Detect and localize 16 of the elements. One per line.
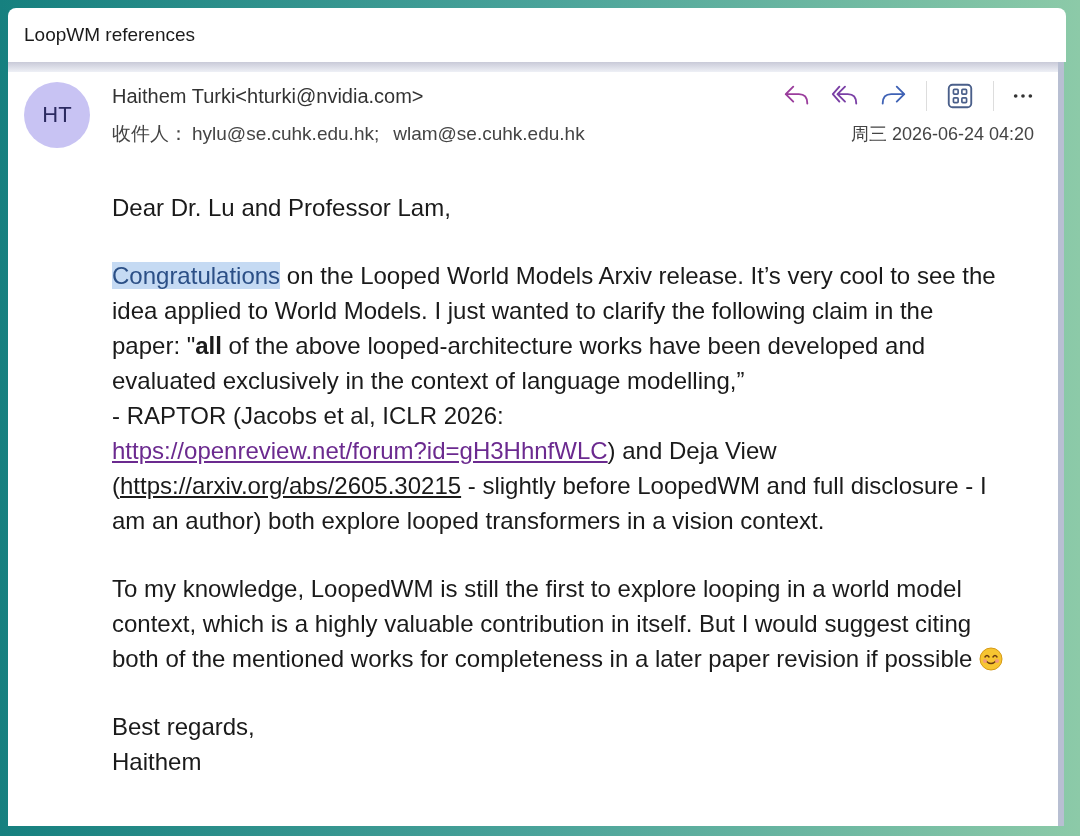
- body-paragraph: Best regards, Haithem: [112, 712, 256, 777]
- body-paragraph: Dear Dr. Lu and Professor Lam,: [112, 193, 452, 223]
- more-icon[interactable]: [1012, 92, 1034, 100]
- body-paragraph: Congratulations on the Looped World Models Arxiv release. It’s very cool to see the idea applied to World Models. I just wanted to clarify the following claim in the paper: "all of the above looped-architecture works have been developed and evaluated exclusively in the context of language modelling,” - RAPTOR (Jacobs et al, ICLR 2026: https://openreview.net/forum?id=gH3HhnfWLC) and Deja View (https://arxiv.org/abs/2605.30215 - slightly before LoopedWM and full disclosure - I am an author) both explore looped transformers in a vision context.: [112, 261, 997, 536]
- avatar: HT: [24, 82, 90, 148]
- recipient-address: hylu@se.cuhk.edu.hk;: [192, 123, 380, 145]
- message-date: 周三 2026-06-24 04:20: [850, 123, 1034, 146]
- window-title: LoopWM references: [24, 24, 196, 46]
- apps-icon[interactable]: [945, 81, 975, 111]
- link[interactable]: https://arxiv.org/abs/2605.30215: [120, 472, 462, 499]
- body-paragraph: To my knowledge, LoopedWM is still the first to explore looping in a world model context, which is a highly valuable contribution in itself. But I would suggest citing both of the mentioned works for completeness in a later paper revision if possible: [112, 571, 1008, 676]
- link[interactable]: https://openreview.net/forum?id=gH3HhnfWLC: [112, 437, 608, 464]
- recipient-address: wlam@se.cuhk.edu.hk: [393, 123, 585, 145]
- sender-name: Haithem Turki<hturki@nvidia.com>: [112, 84, 424, 108]
- smiley-icon: [979, 647, 1004, 671]
- recipients-label: 收件人：: [112, 122, 188, 146]
